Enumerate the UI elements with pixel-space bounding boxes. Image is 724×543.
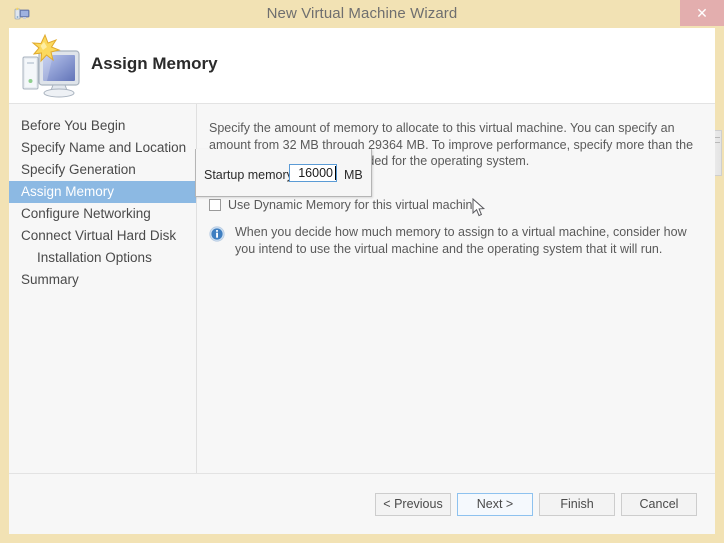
startup-memory-input[interactable]: [289, 164, 337, 182]
info-note: When you decide how much memory to assig…: [209, 224, 691, 257]
cancel-button[interactable]: Cancel: [621, 493, 697, 516]
sidebar-item-specify-name-and-location[interactable]: Specify Name and Location: [9, 137, 196, 159]
wizard-step-sidebar: Before You Begin Specify Name and Locatio…: [9, 104, 197, 473]
sidebar-item-configure-networking[interactable]: Configure Networking: [9, 203, 196, 225]
computer-with-star-icon: [17, 31, 87, 101]
sidebar-item-assign-memory[interactable]: Assign Memory: [9, 181, 196, 203]
startup-memory-unit: MB: [344, 168, 363, 182]
wizard-step-list: Before You Begin Specify Name and Locatio…: [9, 104, 196, 291]
header-band: Assign Memory: [9, 28, 715, 104]
dynamic-memory-label: Use Dynamic Memory for this virtual mach…: [228, 198, 483, 212]
sidebar-item-specify-generation[interactable]: Specify Generation: [9, 159, 196, 181]
sidebar-item-connect-virtual-hard-disk[interactable]: Connect Virtual Hard Disk: [9, 225, 196, 247]
title-bar: New Virtual Machine Wizard ✕: [0, 0, 724, 28]
page-title: Assign Memory: [91, 54, 218, 73]
startup-memory-label: Startup memory:: [204, 168, 297, 182]
sidebar-item-summary[interactable]: Summary: [9, 269, 196, 291]
close-button[interactable]: ✕: [680, 0, 724, 26]
window-title: New Virtual Machine Wizard: [266, 5, 458, 22]
text-caret: [335, 166, 336, 180]
sidebar-item-installation-options[interactable]: Installation Options: [9, 247, 196, 269]
startup-memory-popup: Startup memory: MB: [195, 149, 372, 197]
footer-bar: < Previous Next > Finish Cancel: [9, 473, 715, 534]
finish-button[interactable]: Finish: [539, 493, 615, 516]
info-note-text: When you decide how much memory to assig…: [235, 225, 687, 256]
dynamic-memory-checkbox[interactable]: [209, 199, 221, 211]
previous-button[interactable]: < Previous: [375, 493, 451, 516]
info-icon: [209, 226, 225, 242]
sidebar-item-before-you-begin[interactable]: Before You Begin: [9, 115, 196, 137]
dynamic-memory-row[interactable]: Use Dynamic Memory for this virtual mach…: [209, 198, 483, 212]
next-button[interactable]: Next >: [457, 493, 533, 516]
wizard-window: New Virtual Machine Wizard ✕ Assign Memo…: [0, 0, 724, 543]
